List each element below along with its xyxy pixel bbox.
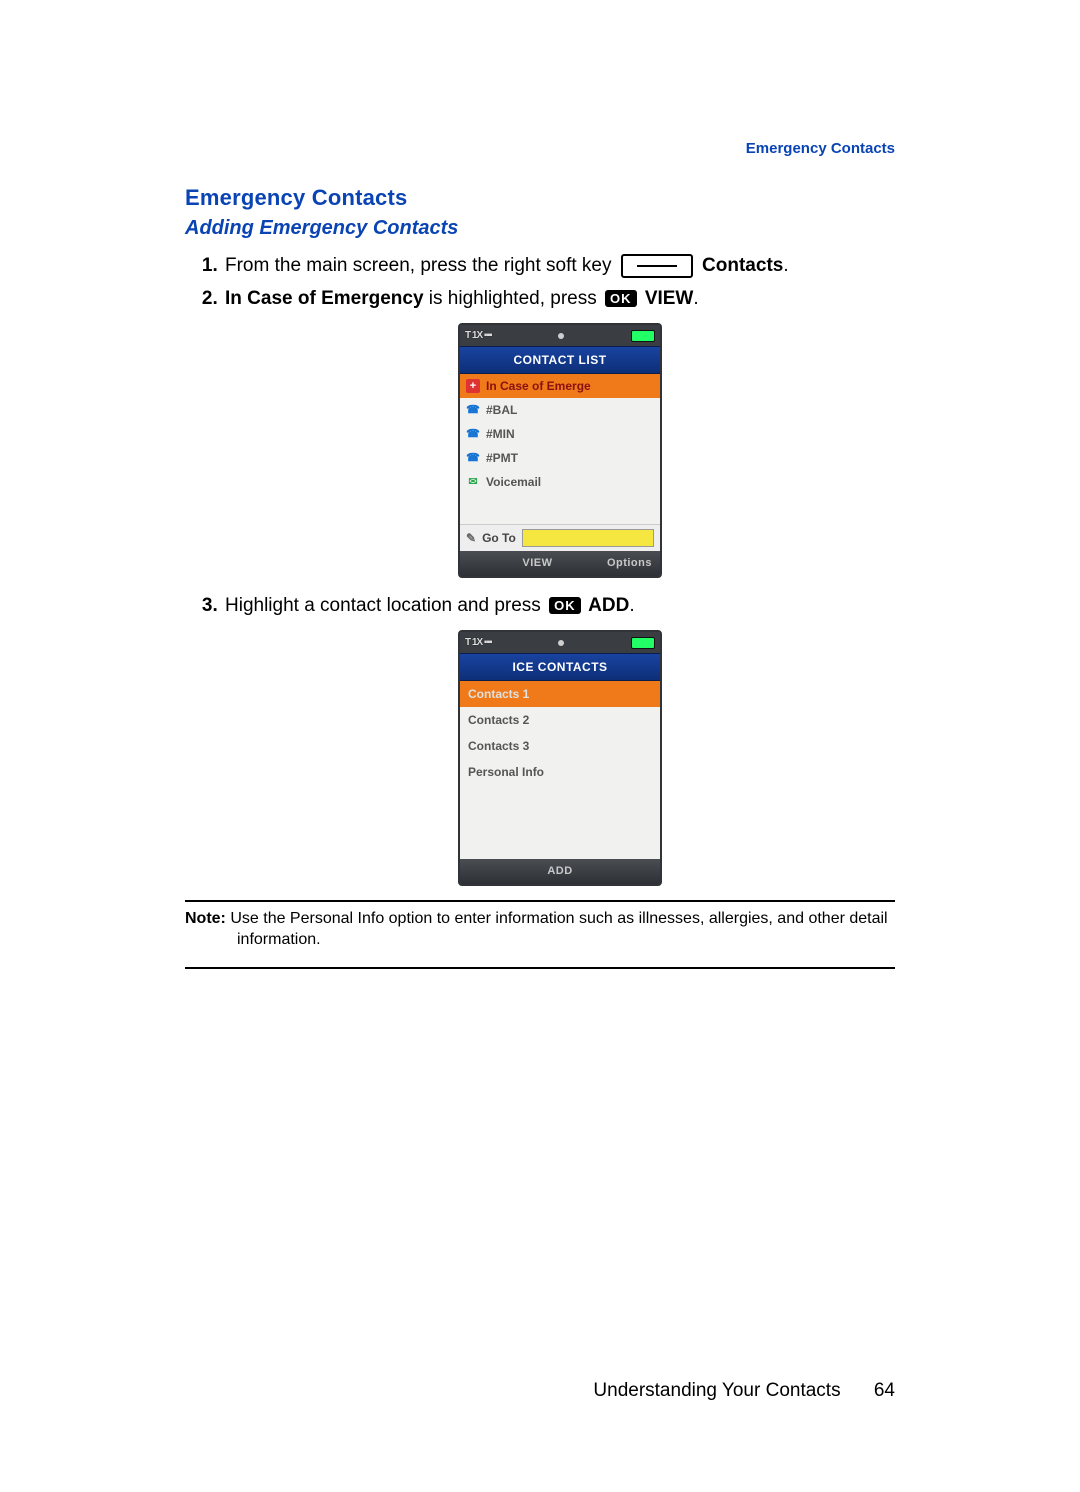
- step-2-period: .: [693, 288, 698, 309]
- phone-icon: ☎: [466, 451, 480, 465]
- list-item: Contacts 2: [460, 707, 660, 733]
- phone1-list: + In Case of Emerge ☎ #BAL ☎ #MIN ☎ #PMT: [460, 374, 660, 524]
- phone-screenshot-ice-contacts: T 1X ▪▪▪ ICE CONTACTS Contacts 1 Contact…: [458, 630, 662, 886]
- list-item: ☎ #BAL: [460, 398, 660, 422]
- list-item-label: #BAL: [486, 401, 517, 419]
- list-item-label: In Case of Emerge: [486, 377, 591, 395]
- signal-icon: T 1X ▪▪▪: [465, 328, 492, 343]
- note-block: Note: Use the Personal Info option to en…: [185, 908, 895, 957]
- note-rule-top: [185, 900, 895, 902]
- goto-search-field: [522, 529, 654, 547]
- step-2-view-label: VIEW: [645, 288, 694, 309]
- phone2-statusbar: T 1X ▪▪▪: [460, 632, 660, 653]
- list-item: Personal Info: [460, 759, 660, 785]
- step-1-period: .: [783, 255, 788, 276]
- list-item-label: #MIN: [486, 425, 515, 443]
- right-soft-key-icon: [621, 254, 693, 278]
- phone-icon: ☎: [466, 403, 480, 417]
- running-header: Emergency Contacts: [185, 140, 895, 157]
- phone1-statusbar: T 1X ▪▪▪: [460, 325, 660, 346]
- list-item: Contacts 3: [460, 733, 660, 759]
- step-1-text-a: From the main screen, press the right so…: [225, 255, 617, 276]
- list-item: Contacts 1: [460, 681, 660, 707]
- softkey-right: Options: [607, 555, 652, 572]
- step-1: From the main screen, press the right so…: [223, 252, 895, 281]
- step-3-text-a: Highlight a contact location and press: [225, 595, 546, 616]
- subsection-heading: Adding Emergency Contacts: [185, 217, 895, 240]
- footer-section: Understanding Your Contacts: [593, 1380, 840, 1401]
- note-body-b: information.: [237, 929, 895, 951]
- manual-page: Emergency Contacts Emergency Contacts Ad…: [0, 0, 1080, 1492]
- phone1-title: CONTACT LIST: [460, 346, 660, 374]
- step-3-period: .: [629, 595, 634, 616]
- battery-icon: [631, 637, 655, 649]
- list-item: ☎ #MIN: [460, 422, 660, 446]
- section-heading: Emergency Contacts: [185, 185, 895, 211]
- ok-key-icon: OK: [549, 597, 581, 614]
- pencil-icon: ✎: [466, 529, 476, 547]
- phone1-softbar: VIEW Options: [460, 551, 660, 576]
- phone-screenshot-contact-list: T 1X ▪▪▪ CONTACT LIST + In Case of Emerg…: [458, 323, 662, 578]
- signal-icon: T 1X ▪▪▪: [465, 635, 492, 650]
- step-3: Highlight a contact location and press O…: [223, 592, 895, 886]
- battery-icon: [631, 330, 655, 342]
- phone2-list: Contacts 1 Contacts 2 Contacts 3 Persona…: [460, 681, 660, 859]
- goto-label: Go To: [482, 529, 516, 547]
- voicemail-icon: ✉: [466, 475, 480, 489]
- phone-icon: ☎: [466, 427, 480, 441]
- step-3-add-label: ADD: [588, 595, 629, 616]
- phone2-softbar: ADD: [460, 859, 660, 884]
- emergency-plus-icon: +: [466, 379, 480, 393]
- softkey-center: VIEW: [522, 555, 552, 572]
- status-dot-icon: [558, 333, 564, 339]
- phone2-title: ICE CONTACTS: [460, 653, 660, 681]
- page-number: 64: [874, 1380, 895, 1401]
- note-label: Note:: [185, 910, 226, 927]
- list-item: ☎ #PMT: [460, 446, 660, 470]
- ok-key-icon: OK: [605, 290, 637, 307]
- list-item-label: #PMT: [486, 449, 518, 467]
- list-item-label: Voicemail: [486, 473, 541, 491]
- step-2: In Case of Emergency is highlighted, pre…: [223, 285, 895, 578]
- step-1-contacts-label: Contacts: [702, 255, 783, 276]
- page-footer: Understanding Your Contacts 64: [593, 1380, 895, 1402]
- step-2-ice-label: In Case of Emergency: [225, 288, 424, 309]
- note-rule-bottom: [185, 967, 895, 969]
- list-item: ✉ Voicemail: [460, 470, 660, 494]
- note-body-a: Use the Personal Info option to enter in…: [230, 910, 887, 927]
- status-dot-icon: [558, 640, 564, 646]
- steps-list: From the main screen, press the right so…: [223, 252, 895, 886]
- softkey-center: ADD: [547, 863, 572, 880]
- phone1-goto-bar: ✎ Go To: [460, 524, 660, 551]
- list-item: + In Case of Emerge: [460, 374, 660, 398]
- step-2-text-a: is highlighted, press: [424, 288, 603, 309]
